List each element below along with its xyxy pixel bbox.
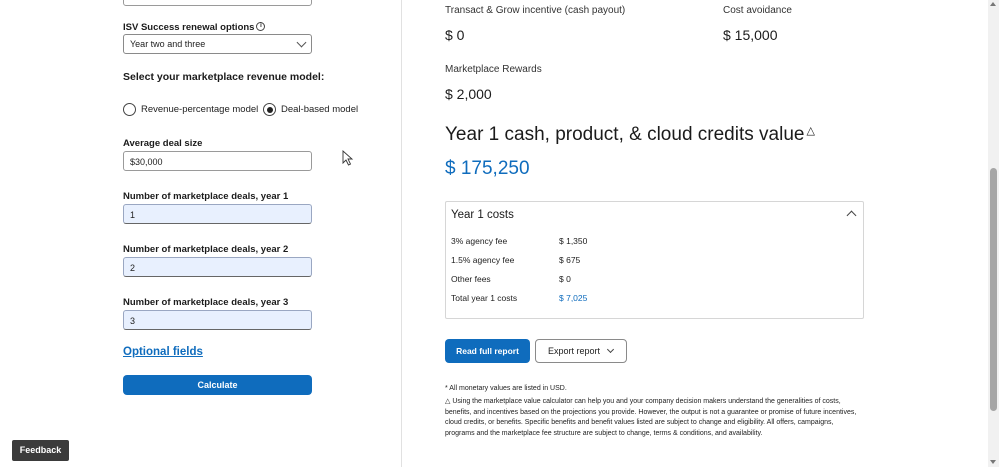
radio-button-selected[interactable]	[263, 103, 276, 116]
results-panel: Transact & Grow incentive (cash payout) …	[402, 0, 988, 467]
usd-footnote: * All monetary values are listed in USD.	[445, 385, 567, 392]
deals-year2-input[interactable]: 2	[123, 257, 312, 277]
transact-grow-label: Transact & Grow incentive (cash payout)	[445, 5, 626, 16]
marketplace-rewards-value: $ 2,000	[445, 86, 492, 102]
renewal-options-label: ISV Success renewal options i	[123, 22, 266, 33]
deals-year3-label: Number of marketplace deals, year 3	[123, 297, 289, 308]
calculator-form-panel: ISV Success renewal options i Year two an…	[0, 0, 402, 467]
deals-year1-label: Number of marketplace deals, year 1	[123, 191, 289, 202]
warning-triangle-icon: △	[806, 125, 815, 137]
calculate-button[interactable]: Calculate	[123, 375, 312, 395]
scroll-up-icon[interactable]	[990, 2, 996, 6]
revenue-model-heading: Select your marketplace revenue model:	[123, 71, 325, 83]
avg-deal-label: Average deal size	[123, 138, 203, 149]
radio-deal-based[interactable]: Deal-based model	[263, 103, 358, 116]
cost-avoidance-label: Cost avoidance	[723, 5, 792, 16]
disclaimer-footnote: △ Using the marketplace value calculator…	[445, 398, 857, 437]
read-full-report-button[interactable]: Read full report	[445, 339, 530, 363]
previous-field-input[interactable]	[123, 0, 312, 6]
radio-button[interactable]	[123, 103, 136, 116]
marketplace-rewards-label: Marketplace Rewards	[445, 64, 542, 75]
chevron-up-icon[interactable]	[846, 210, 857, 221]
deals-year3-input[interactable]: 3	[123, 310, 312, 330]
scrollbar[interactable]	[988, 0, 999, 467]
optional-fields-link[interactable]: Optional fields	[123, 346, 203, 358]
year1-value-amount: $ 175,250	[445, 158, 530, 179]
year1-costs-panel: Year 1 costs 3% agency fee $ 1,350 1.5% …	[445, 201, 864, 319]
mouse-cursor-icon	[342, 150, 354, 166]
year1-costs-title: Year 1 costs	[451, 209, 514, 221]
chevron-down-icon	[606, 345, 615, 354]
avg-deal-input[interactable]: $30,000	[123, 151, 312, 171]
scroll-down-icon[interactable]	[990, 460, 996, 464]
chevron-down-icon	[296, 37, 307, 48]
radio-revenue-percentage[interactable]: Revenue-percentage model	[123, 103, 258, 116]
scrollbar-thumb[interactable]	[990, 168, 997, 411]
export-report-button[interactable]: Export report	[535, 339, 627, 363]
info-icon[interactable]: i	[256, 22, 266, 31]
cost-avoidance-value: $ 15,000	[723, 27, 778, 43]
transact-grow-value: $ 0	[445, 27, 465, 43]
deals-year2-label: Number of marketplace deals, year 2	[123, 244, 289, 255]
year1-value-title: Year 1 cash, product, & cloud credits va…	[445, 124, 815, 145]
feedback-button[interactable]: Feedback	[12, 440, 69, 461]
renewal-options-select[interactable]: Year two and three	[123, 34, 312, 54]
deals-year1-input[interactable]: 1	[123, 204, 312, 224]
